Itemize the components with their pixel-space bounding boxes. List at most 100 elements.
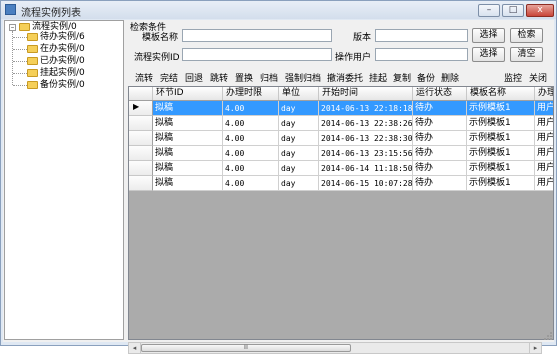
search-button[interactable]: 检索 (510, 28, 543, 43)
template-cell[interactable]: 示例模板1 (467, 146, 535, 161)
toolbar-monitor[interactable]: 监控 (504, 71, 522, 84)
handler-cell[interactable]: 用户 (535, 146, 553, 161)
start-time-cell[interactable]: 2014-06-13 23:15:56 (319, 146, 413, 161)
collapse-icon[interactable]: – (9, 24, 16, 31)
table-row[interactable]: 拟稿 4.00 day 2014-06-13 22:38:26 待办 示例模板1 用户 (129, 116, 553, 131)
template-cell[interactable]: 示例模板1 (467, 116, 535, 131)
column-header-time-limit[interactable]: 办理时限 (223, 87, 279, 100)
table-row[interactable]: ▶ 拟稿 4.00 day 2014-06-13 22:18:18 待办 示例模板1 用户 (129, 101, 553, 116)
column-header-node-id[interactable]: 环节ID (153, 87, 223, 100)
node-id-cell[interactable]: 拟稿 (153, 131, 223, 146)
status-cell[interactable]: 待办 (413, 161, 467, 176)
start-time-cell[interactable]: 2014-06-14 11:18:50 (319, 161, 413, 176)
toolbar-rollback[interactable]: 回退 (185, 71, 203, 84)
tree-line (13, 49, 27, 50)
node-id-cell[interactable]: 拟稿 (153, 176, 223, 191)
unit-cell[interactable]: day (279, 146, 319, 161)
column-header-template[interactable]: 模板名称 (467, 87, 535, 100)
row-header[interactable] (129, 116, 153, 131)
operator-input[interactable] (375, 48, 468, 61)
resize-grip-icon[interactable] (542, 330, 554, 342)
node-id-cell[interactable]: 拟稿 (153, 161, 223, 176)
status-cell[interactable]: 待办 (413, 131, 467, 146)
node-id-cell[interactable]: 拟稿 (153, 116, 223, 131)
template-cell[interactable]: 示例模板1 (467, 131, 535, 146)
status-cell[interactable]: 待办 (413, 176, 467, 191)
column-header-unit[interactable]: 单位 (279, 87, 319, 100)
toolbar-close[interactable]: 关闭 (529, 71, 547, 84)
time-limit-cell[interactable]: 4.00 (223, 146, 279, 161)
row-header[interactable]: ▶ (129, 101, 153, 116)
tree-node-pending[interactable]: 待办实例/6 (27, 32, 85, 43)
clear-button[interactable]: 清空 (510, 47, 543, 62)
unit-cell[interactable]: day (279, 161, 319, 176)
tree-node-done[interactable]: 已办实例/0 (27, 56, 85, 67)
toolbar-copy[interactable]: 复制 (393, 71, 411, 84)
select-operator-button[interactable]: 选择 (472, 47, 505, 62)
status-cell[interactable]: 待办 (413, 146, 467, 161)
status-cell[interactable]: 待办 (413, 116, 467, 131)
row-header[interactable] (129, 131, 153, 146)
column-header-handler[interactable]: 办理 (535, 87, 553, 100)
handler-cell[interactable]: 用户 (535, 131, 553, 146)
table-row[interactable]: 拟稿 4.00 day 2014-06-13 22:38:30 待办 示例模板1 用户 (129, 131, 553, 146)
time-limit-cell[interactable]: 4.00 (223, 116, 279, 131)
column-header-status[interactable]: 运行状态 (413, 87, 467, 100)
handler-cell[interactable]: 用户 (535, 161, 553, 176)
time-limit-cell[interactable]: 4.00 (223, 101, 279, 116)
tree-node-suspended[interactable]: 挂起实例/0 (27, 68, 85, 79)
toolbar-suspend[interactable]: 挂起 (369, 71, 387, 84)
unit-cell[interactable]: day (279, 176, 319, 191)
handler-cell[interactable]: 用户 (535, 116, 553, 131)
table-row[interactable]: 拟稿 4.00 day 2014-06-14 11:18:50 待办 示例模板1 用户 (129, 161, 553, 176)
start-time-cell[interactable]: 2014-06-15 10:07:28 (319, 176, 413, 191)
table-row[interactable]: 拟稿 4.00 day 2014-06-13 23:15:56 待办 示例模板1 用户 (129, 146, 553, 161)
row-header[interactable] (129, 176, 153, 191)
tree-node-in-progress[interactable]: 在办实例/0 (27, 44, 85, 55)
toolbar-finish[interactable]: 完结 (160, 71, 178, 84)
minimize-button[interactable]: – (478, 4, 500, 17)
version-input[interactable] (375, 29, 468, 42)
unit-cell[interactable]: day (279, 131, 319, 146)
start-time-cell[interactable]: 2014-06-13 22:18:18 (319, 101, 413, 116)
template-cell[interactable]: 示例模板1 (467, 101, 535, 116)
status-cell[interactable]: 待办 (413, 101, 467, 116)
toolbar-force-archive[interactable]: 强制归档 (285, 71, 321, 84)
tree-node-backup[interactable]: 备份实例/0 (27, 80, 85, 91)
toolbar-backup[interactable]: 备份 (417, 71, 435, 84)
toolbar-jump[interactable]: 跳转 (210, 71, 228, 84)
instance-id-input[interactable] (182, 48, 332, 61)
toolbar-replace[interactable]: 置换 (235, 71, 253, 84)
scroll-left-icon[interactable]: ◂ (129, 343, 141, 353)
scroll-right-icon[interactable]: ▸ (529, 343, 541, 353)
scroll-thumb[interactable]: Ⅲ (141, 344, 351, 352)
start-time-cell[interactable]: 2014-06-13 22:38:26 (319, 116, 413, 131)
toolbar-cancel-delegate[interactable]: 撤消委托 (327, 71, 363, 84)
select-template-button[interactable]: 选择 (472, 28, 505, 43)
row-header[interactable] (129, 161, 153, 176)
close-button[interactable]: x (526, 4, 554, 17)
instance-grid[interactable]: 环节ID 办理时限 单位 开始时间 运行状态 模板名称 办理 ▶拟稿4.00da… (128, 86, 554, 340)
template-cell[interactable]: 示例模板1 (467, 176, 535, 191)
instance-tree[interactable]: – 流程实例/0 待办实例/6 在办实例/0 已办实例/0 挂起实例/0 备份实 (4, 20, 124, 340)
toolbar-delete[interactable]: 删除 (441, 71, 459, 84)
start-time-cell[interactable]: 2014-06-13 22:38:30 (319, 131, 413, 146)
time-limit-cell[interactable]: 4.00 (223, 161, 279, 176)
toolbar-transfer[interactable]: 流转 (135, 71, 153, 84)
unit-cell[interactable]: day (279, 101, 319, 116)
time-limit-cell[interactable]: 4.00 (223, 176, 279, 191)
handler-cell[interactable]: 用户 (535, 176, 553, 191)
template-cell[interactable]: 示例模板1 (467, 161, 535, 176)
row-header[interactable] (129, 146, 153, 161)
column-header-start-time[interactable]: 开始时间 (319, 87, 413, 100)
maximize-button[interactable]: □ (502, 4, 524, 17)
handler-cell[interactable]: 用户 (535, 101, 553, 116)
node-id-cell[interactable]: 拟稿 (153, 146, 223, 161)
toolbar-archive[interactable]: 归档 (260, 71, 278, 84)
template-name-input[interactable] (182, 29, 332, 42)
unit-cell[interactable]: day (279, 116, 319, 131)
time-limit-cell[interactable]: 4.00 (223, 131, 279, 146)
horizontal-scrollbar[interactable]: ◂ Ⅲ ▸ (128, 342, 542, 354)
table-row[interactable]: 拟稿 4.00 day 2014-06-15 10:07:28 待办 示例模板1 用户 (129, 176, 553, 191)
node-id-cell[interactable]: 拟稿 (153, 101, 223, 116)
